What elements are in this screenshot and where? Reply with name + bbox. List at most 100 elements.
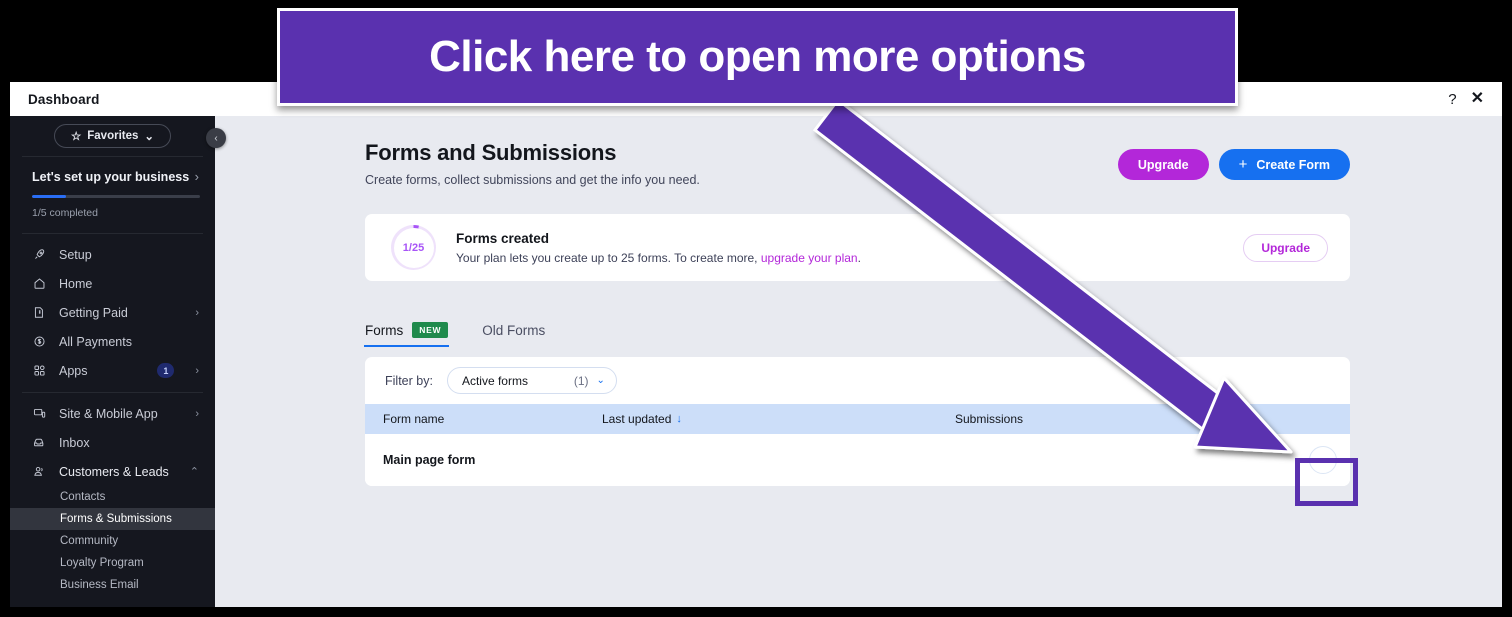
sidebar-subitem-label: Forms & Submissions [60,513,172,525]
column-header-label: Last updated [602,412,672,426]
sidebar-item-label: Customers & Leads [59,464,169,479]
table-header-row: Form name Last updated ↓ Submissions [365,404,1350,434]
home-icon [32,277,47,290]
dollar-circle-icon [32,335,47,348]
instruction-banner-text: Click here to open more options [429,32,1086,81]
create-form-button[interactable]: + Create Form [1218,149,1350,180]
page-header-actions: Upgrade + Create Form [1117,140,1350,180]
setup-title: Let's set up your business [32,169,190,184]
sidebar-nav-secondary: Site & Mobile App › Inbox Customers & Le… [10,393,215,596]
column-header-submissions[interactable]: Submissions [955,412,1023,426]
quota-text-block: Forms created Your plan lets you create … [456,231,861,265]
sidebar-item-customers-leads[interactable]: Customers & Leads ⌃ [10,457,215,486]
main-content: Forms and Submissions Create forms, coll… [215,116,1502,607]
page-header: Forms and Submissions Create forms, coll… [215,116,1502,187]
help-icon[interactable]: ? [1448,92,1456,107]
quota-title: Forms created [456,230,550,246]
sort-descending-icon: ↓ [676,413,682,425]
chevron-right-icon: › [195,364,199,377]
setup-progress-block[interactable]: Let's set up your business › 1/5 complet… [10,157,215,233]
sidebar-subitem-forms-submissions[interactable]: Forms & Submissions [10,508,215,530]
table-header-inner: Form name Last updated ↓ Submissions [365,404,1350,434]
close-icon[interactable]: ✕ [1471,91,1484,107]
window-controls: ? ✕ [1448,91,1484,107]
quota-progress-ring: 1/25 [391,225,436,270]
sidebar-subitem-label: Business Email [60,579,139,591]
more-options-highlight-box [1295,458,1358,506]
sidebar-item-home[interactable]: Home [10,269,215,298]
favorites-label: Favorites [87,130,139,142]
sidebar-subitem-contacts[interactable]: Contacts [10,486,215,508]
sidebar-item-site-mobile-app[interactable]: Site & Mobile App › [10,399,215,428]
filter-select-count: (1) [573,373,589,388]
app-window: Dashboard ? ✕ ☆ Favorites ⌄ Let's set up… [10,82,1502,607]
sidebar-item-label: Apps [59,363,88,378]
plus-icon: + [1238,156,1248,173]
tabs-bar: Forms NEW Old Forms [363,311,1502,347]
invoice-icon [32,306,47,319]
column-header-last-updated[interactable]: Last updated ↓ [602,412,682,426]
sidebar-subitem-label: Contacts [60,491,106,503]
setup-header-row: Let's set up your business › [32,169,199,184]
sidebar-item-label: Inbox [59,435,90,450]
sidebar-item-label: Site & Mobile App [59,406,158,421]
tab-label: Forms [365,322,404,338]
people-icon [32,465,47,478]
filter-select[interactable]: Active forms (1) ⌄ [446,367,617,394]
page-header-text: Forms and Submissions Create forms, coll… [365,140,700,187]
sidebar-item-label: Setup [59,247,92,262]
window-title: Dashboard [28,91,100,107]
chevron-up-icon: ⌃ [189,466,199,478]
sidebar-subitem-label: Community [60,535,119,547]
apps-icon [32,364,47,377]
sidebar-item-apps[interactable]: Apps 1 › [10,356,215,385]
chevron-right-icon: › [195,306,199,319]
favorites-row: ☆ Favorites ⌄ [10,116,215,156]
sidebar-collapse-button[interactable]: ‹ [206,128,226,148]
forms-quota-card: 1/25 Forms created Your plan lets you cr… [365,214,1350,281]
tab-new-badge: NEW [412,322,449,338]
tab-old-forms[interactable]: Old Forms [482,323,545,347]
sidebar-subitem-community[interactable]: Community [10,530,215,552]
filter-select-value: Active forms [461,373,528,388]
sidebar-subitem-business-email[interactable]: Business Email [10,574,215,596]
screenshot-root: Dashboard ? ✕ ☆ Favorites ⌄ Let's set up… [0,0,1512,617]
tab-forms[interactable]: Forms NEW [363,322,450,347]
sidebar-subitem-label: Loyalty Program [60,557,144,569]
chevron-down-icon: ⌄ [144,131,155,143]
quota-description: Your plan lets you create up to 25 forms… [456,251,861,265]
favorites-button[interactable]: ☆ Favorites ⌄ [53,124,172,148]
upgrade-plan-link[interactable]: upgrade your plan [761,251,858,265]
setup-progress-bar [32,195,200,198]
sidebar-item-label: All Payments [59,334,132,349]
quota-ring-label: 1/25 [402,241,425,254]
setup-progress-fill [32,195,66,198]
inbox-icon [32,436,47,449]
filter-label: Filter by: [385,373,433,388]
form-name-cell: Main page form [383,453,476,467]
upgrade-button[interactable]: Upgrade [1117,149,1209,180]
quota-upgrade-button[interactable]: Upgrade [1243,233,1328,262]
rocket-icon [32,248,47,261]
column-header-form-name[interactable]: Form name [383,412,444,426]
quota-description-after: . [857,250,861,265]
quota-description-before: Your plan lets you create up to 25 forms… [456,250,761,265]
setup-progress-text: 1/5 completed [32,207,98,219]
page-title: Forms and Submissions [365,140,617,165]
page-subtitle: Create forms, collect submissions and ge… [365,173,700,187]
sidebar-item-getting-paid[interactable]: Getting Paid › [10,298,215,327]
monitor-icon [32,407,47,420]
table-row[interactable]: Main page form ••• [365,434,1350,486]
sidebar-item-label: Getting Paid [59,305,128,320]
sidebar: ☆ Favorites ⌄ Let's set up your business… [10,116,215,607]
chevron-down-icon: ⌄ [596,375,605,386]
chevron-right-icon: › [194,169,199,184]
sidebar-item-inbox[interactable]: Inbox [10,428,215,457]
apps-badge: 1 [157,363,175,378]
filter-row: Filter by: Active forms (1) ⌄ [365,357,1350,404]
sidebar-item-all-payments[interactable]: All Payments [10,327,215,356]
sidebar-nav-primary: Setup Home Getting Paid › All Payments A… [10,234,215,385]
star-icon: ☆ [70,131,82,143]
sidebar-subitem-loyalty-program[interactable]: Loyalty Program [10,552,215,574]
sidebar-item-setup[interactable]: Setup [10,240,215,269]
